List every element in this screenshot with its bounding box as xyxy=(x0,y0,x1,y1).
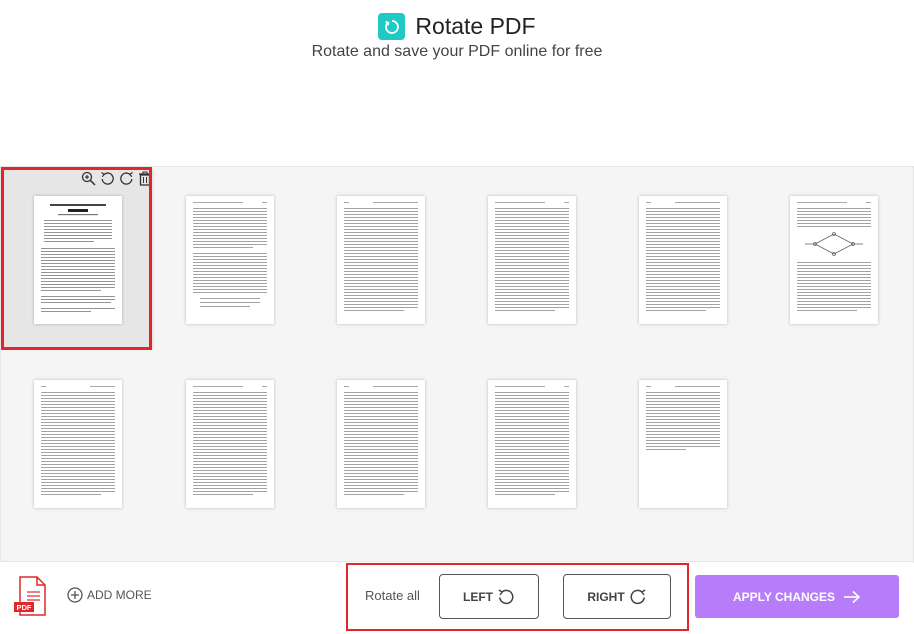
page-tools xyxy=(80,170,153,186)
page-thumbnail[interactable] xyxy=(34,380,122,508)
pdf-file-icon: PDF xyxy=(13,576,47,616)
rotate-right-icon xyxy=(630,588,646,604)
rotate-left-icon xyxy=(498,588,514,604)
page-thumbnail[interactable] xyxy=(337,380,425,508)
rotate-right-label: RIGHT xyxy=(587,589,625,604)
pdf-label: PDF xyxy=(17,603,32,612)
rotate-left-icon[interactable] xyxy=(99,170,115,186)
page-thumbnail[interactable] xyxy=(186,196,274,324)
add-more-button[interactable]: ADD MORE xyxy=(67,587,152,603)
rotate-all-label: Rotate all xyxy=(365,588,420,603)
rotate-left-label: LEFT xyxy=(463,589,493,604)
page-thumbnail[interactable] xyxy=(488,196,576,324)
rotate-right-icon[interactable] xyxy=(118,170,134,186)
page-thumbnail[interactable] xyxy=(639,196,727,324)
arrow-right-icon xyxy=(844,590,861,603)
zoom-in-icon[interactable] xyxy=(80,170,96,186)
page-subtitle: Rotate and save your PDF online for free xyxy=(311,43,603,60)
page-thumbnail[interactable] xyxy=(337,196,425,324)
page-thumbnail[interactable] xyxy=(790,196,878,324)
apply-changes-label: APPLY CHANGES xyxy=(732,589,836,604)
trash-icon[interactable] xyxy=(137,170,153,186)
rotate-left-button[interactable]: LEFT xyxy=(439,574,539,619)
page-thumbnail[interactable] xyxy=(488,380,576,508)
page-title: Rotate PDF xyxy=(415,13,536,39)
title-row: Rotate PDF xyxy=(0,13,914,40)
add-more-label: ADD MORE xyxy=(87,588,152,602)
rotate-right-button[interactable]: RIGHT xyxy=(563,574,671,619)
rotate-logo-icon xyxy=(378,13,406,40)
page-header: Rotate PDF Rotate and save your PDF onli… xyxy=(0,0,914,120)
page-thumbnail[interactable] xyxy=(34,196,122,324)
apply-changes-button[interactable]: APPLY CHANGES xyxy=(695,575,899,618)
page-thumbnail[interactable] xyxy=(186,380,274,508)
plus-circle-icon xyxy=(67,587,83,603)
page-thumbnail[interactable] xyxy=(639,380,727,508)
